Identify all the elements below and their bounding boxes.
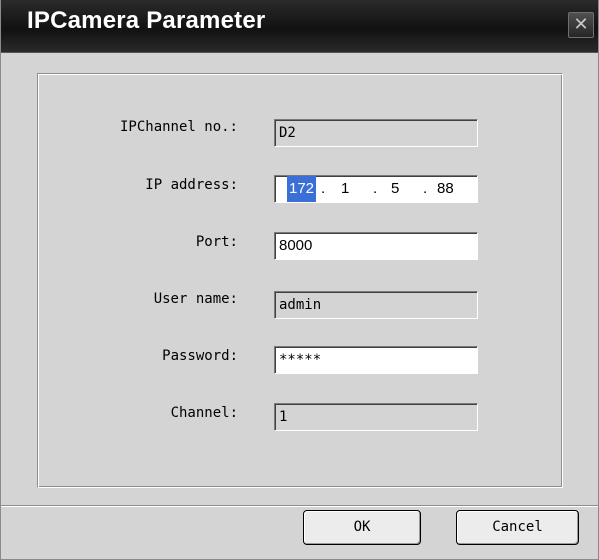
port-input[interactable]: 8000 (274, 232, 478, 260)
ip-octet-2[interactable]: 1 (341, 176, 349, 202)
ipcamera-parameter-dialog: IPCamera Parameter ✕ IPChannel no.: D2 I… (0, 0, 599, 560)
close-icon: ✕ (573, 14, 589, 35)
user-name-field: admin (274, 291, 478, 319)
dialog-title: IPCamera Parameter (27, 7, 266, 34)
ok-button[interactable]: OK (303, 510, 421, 545)
ip-dot-1: . (321, 180, 326, 197)
password-input[interactable]: ***** (274, 346, 478, 374)
ip-address-input[interactable]: 172 . 1 . 5 . 88 (274, 175, 478, 203)
footer-separator (1, 505, 598, 507)
ip-octet-1[interactable]: 172 (287, 176, 317, 202)
channel-label: Channel: (170, 405, 238, 421)
ip-dot-3: . (423, 180, 428, 197)
ip-address-label: IP address: (145, 177, 238, 193)
user-name-label: User name: (153, 291, 238, 307)
password-label: Password: (162, 348, 238, 364)
close-button[interactable]: ✕ (568, 12, 594, 38)
channel-field: 1 (274, 403, 478, 431)
cancel-button[interactable]: Cancel (456, 510, 579, 545)
ipchannel-label: IPChannel no.: (119, 119, 238, 135)
ip-octet-4[interactable]: 88 (437, 176, 454, 202)
ipchannel-field: D2 (274, 119, 478, 147)
ip-octet-3[interactable]: 5 (391, 176, 399, 202)
port-label: Port: (195, 234, 238, 250)
title-bar[interactable]: IPCamera Parameter ✕ (1, 0, 598, 53)
ip-dot-2: . (373, 180, 378, 197)
